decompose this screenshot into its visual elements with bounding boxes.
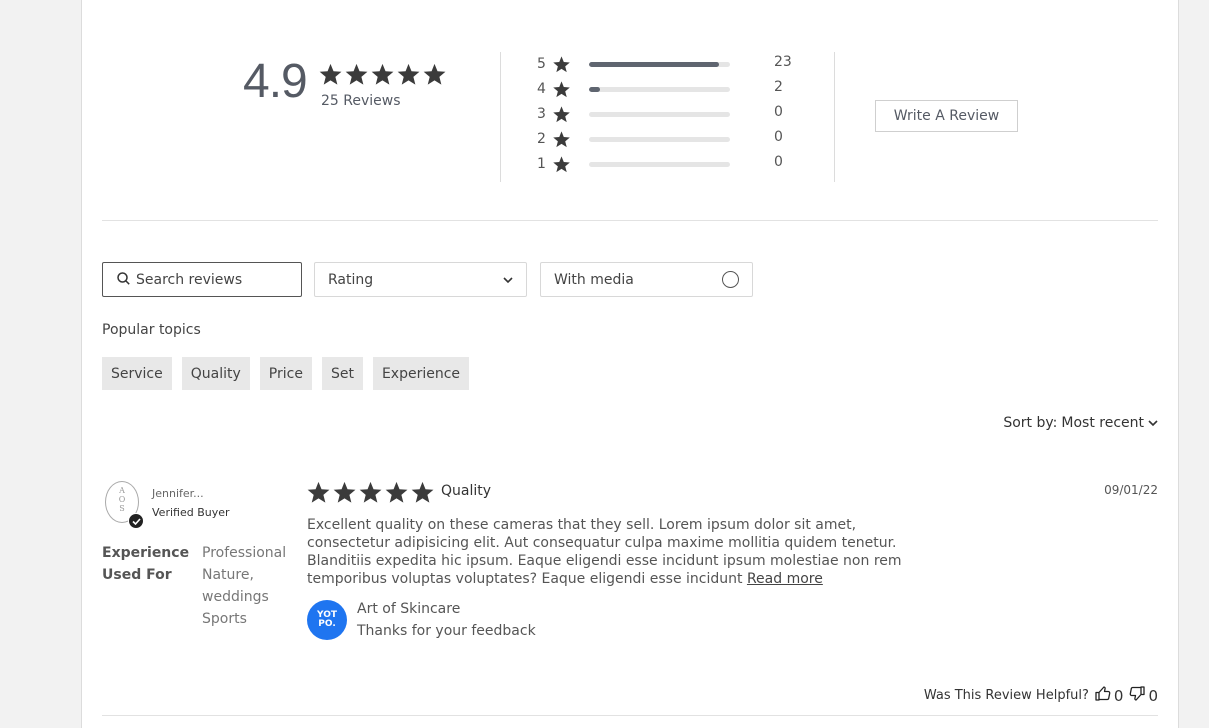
distribution-bar-fill [589, 62, 719, 67]
with-media-toggle[interactable]: With media [540, 262, 753, 297]
chevron-down-icon [503, 272, 513, 288]
thumbs-down-icon [1129, 686, 1146, 705]
attribute-value: Sports [202, 611, 247, 627]
distribution-bar [589, 62, 730, 67]
verified-check-icon [128, 513, 144, 529]
summary-separator [102, 220, 1158, 221]
with-media-label: With media [554, 271, 634, 288]
distribution-bar [589, 162, 730, 167]
summary-divider-left [500, 52, 501, 182]
summary-divider-right [834, 52, 835, 182]
star-icon [306, 480, 331, 505]
attribute-value: Professional [202, 545, 287, 561]
review-stars [306, 480, 435, 505]
read-more-link[interactable]: Read more [747, 571, 823, 587]
star-icon [552, 55, 571, 74]
reviews-widget: 4.9 25 Reviews 5 23 4 2 3 0 2 0 1 0 Write A Revie… [81, 0, 1179, 728]
distribution-count: 23 [774, 54, 792, 70]
verified-buyer-label: Verified Buyer [152, 506, 230, 519]
distribution-star-number: 3 [537, 106, 546, 122]
distribution-bar [589, 87, 730, 92]
star-icon [552, 80, 571, 99]
rating-select-label: Rating [328, 271, 374, 288]
star-icon [410, 480, 435, 505]
topic-chip[interactable]: Service [102, 357, 172, 390]
attribute-label: Experience [102, 545, 190, 561]
star-icon [396, 62, 421, 87]
downvote-button[interactable]: 0 [1129, 686, 1158, 705]
chevron-down-icon [1148, 415, 1158, 431]
distribution-bar-fill [589, 87, 601, 92]
star-icon [370, 62, 395, 87]
distribution-count: 0 [774, 104, 783, 120]
review-count[interactable]: 25 Reviews [321, 93, 401, 109]
popular-topics-label: Popular topics [102, 322, 201, 338]
distribution-star-number: 5 [537, 56, 546, 72]
distribution-row-2[interactable]: 20 [537, 129, 797, 149]
star-icon [344, 62, 369, 87]
star-icon [318, 62, 343, 87]
star-icon [552, 155, 571, 174]
with-media-radio[interactable] [722, 271, 739, 288]
distribution-row-4[interactable]: 42 [537, 79, 797, 99]
sort-dropdown[interactable]: Sort by: Most recent [1003, 415, 1158, 431]
rating-select[interactable]: Rating [314, 262, 527, 297]
reply-author: Art of Skincare [357, 601, 461, 617]
topic-chips: Service Quality Price Set Experience [102, 357, 470, 390]
star-icon [552, 130, 571, 149]
distribution-count: 0 [774, 154, 783, 170]
attribute-label: Used For [102, 567, 172, 583]
review-date: 09/01/22 [1104, 483, 1158, 497]
star-icon [552, 105, 571, 124]
star-icon [358, 480, 383, 505]
helpful-section: Was This Review Helpful? 0 0 [924, 686, 1158, 705]
distribution-count: 2 [774, 79, 783, 95]
reviewer-name: Jennifer... [152, 487, 204, 500]
distribution-bar [589, 137, 730, 142]
search-input[interactable] [136, 271, 296, 288]
upvote-button[interactable]: 0 [1095, 686, 1124, 705]
store-logo: YOT PO. [307, 600, 347, 640]
attribute-value: weddings [202, 589, 269, 605]
search-box[interactable] [102, 262, 302, 297]
topic-chip[interactable]: Quality [181, 357, 250, 390]
store-logo-text: YOT PO. [317, 610, 337, 629]
review-body: Excellent quality on these cameras that … [307, 516, 927, 588]
distribution-row-3[interactable]: 30 [537, 104, 797, 124]
review-title: Quality [441, 483, 492, 499]
topic-chip[interactable]: Experience [372, 357, 470, 390]
upvote-count: 0 [1113, 686, 1124, 705]
write-review-button[interactable]: Write A Review [875, 100, 1018, 132]
distribution-star-number: 4 [537, 81, 546, 97]
avatar-monogram: A O S [118, 486, 126, 513]
reply-text: Thanks for your feedback [357, 623, 536, 639]
downvote-count: 0 [1148, 686, 1158, 705]
sort-label: Sort by: [1003, 415, 1058, 431]
topic-chip[interactable]: Price [259, 357, 312, 390]
average-rating: 4.9 [243, 55, 308, 108]
star-icon [384, 480, 409, 505]
distribution-row-5[interactable]: 5 23 [537, 54, 797, 74]
search-icon [117, 270, 130, 289]
distribution-star-number: 2 [537, 131, 546, 147]
star-icon [332, 480, 357, 505]
thumbs-up-icon [1095, 686, 1111, 705]
star-icon [422, 62, 447, 87]
attribute-value: Nature, [202, 567, 254, 583]
topic-chip[interactable]: Set [321, 357, 363, 390]
sort-value: Most recent [1061, 415, 1144, 431]
distribution-bar [589, 112, 730, 117]
helpful-label: Was This Review Helpful? [923, 688, 1089, 703]
distribution-count: 0 [774, 129, 783, 145]
average-stars [318, 62, 447, 87]
distribution-row-1[interactable]: 10 [537, 154, 797, 174]
attribute-values: Professional Nature, weddings Sports [202, 542, 286, 630]
review-separator [102, 715, 1158, 716]
distribution-star-number: 1 [537, 156, 546, 172]
